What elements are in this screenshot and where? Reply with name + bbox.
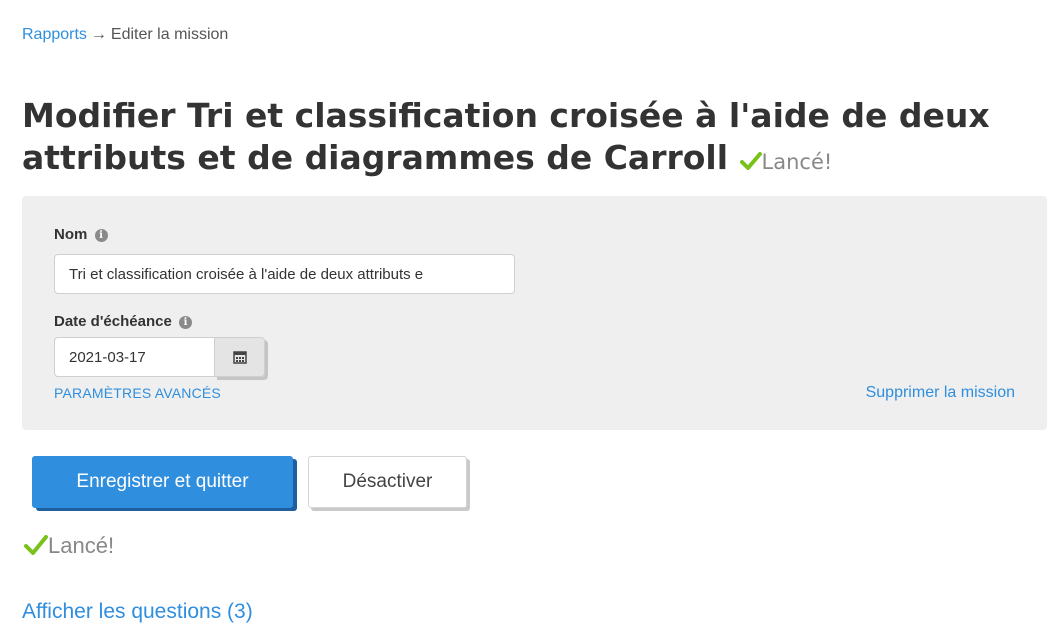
- delete-mission-link[interactable]: Supprimer la mission: [866, 384, 1015, 402]
- title-status: Lancé!: [739, 150, 833, 174]
- title-status-text: Lancé!: [761, 150, 833, 174]
- mission-form-panel: Nom i Date d'échéance i PARAMÈTRES AVANC…: [22, 196, 1047, 430]
- check-icon: [24, 535, 48, 555]
- status-text: Lancé!: [48, 533, 115, 558]
- save-and-quit-button[interactable]: Enregistrer et quitter: [32, 456, 293, 508]
- due-date-input[interactable]: [54, 337, 214, 377]
- page-title-text: Modifier Tri et classification croisée à…: [22, 96, 990, 177]
- due-date-label: Date d'échéance i: [54, 313, 192, 330]
- due-date-label-text: Date d'échéance: [54, 313, 172, 330]
- status-message: Lancé!: [24, 533, 114, 559]
- calendar-button[interactable]: [214, 337, 265, 377]
- breadcrumb: Rapports → Editer la mission: [22, 26, 228, 44]
- advanced-settings-link[interactable]: PARAMÈTRES AVANCÉS: [54, 385, 221, 401]
- show-questions-link[interactable]: Afficher les questions (3): [22, 600, 253, 624]
- name-label: Nom i: [54, 226, 108, 243]
- breadcrumb-separator: →: [90, 26, 107, 43]
- breadcrumb-link-rapports[interactable]: Rapports: [22, 26, 87, 43]
- page-title: Modifier Tri et classification croisée à…: [22, 95, 1032, 183]
- name-label-text: Nom: [54, 226, 88, 243]
- deactivate-button[interactable]: Désactiver: [308, 456, 467, 508]
- info-icon[interactable]: i: [178, 316, 192, 329]
- name-input[interactable]: [54, 254, 515, 294]
- check-icon: [739, 152, 762, 170]
- info-icon[interactable]: i: [94, 229, 108, 242]
- breadcrumb-current: Editer la mission: [110, 26, 229, 43]
- due-date-picker: [54, 337, 265, 377]
- calendar-icon: [232, 351, 247, 364]
